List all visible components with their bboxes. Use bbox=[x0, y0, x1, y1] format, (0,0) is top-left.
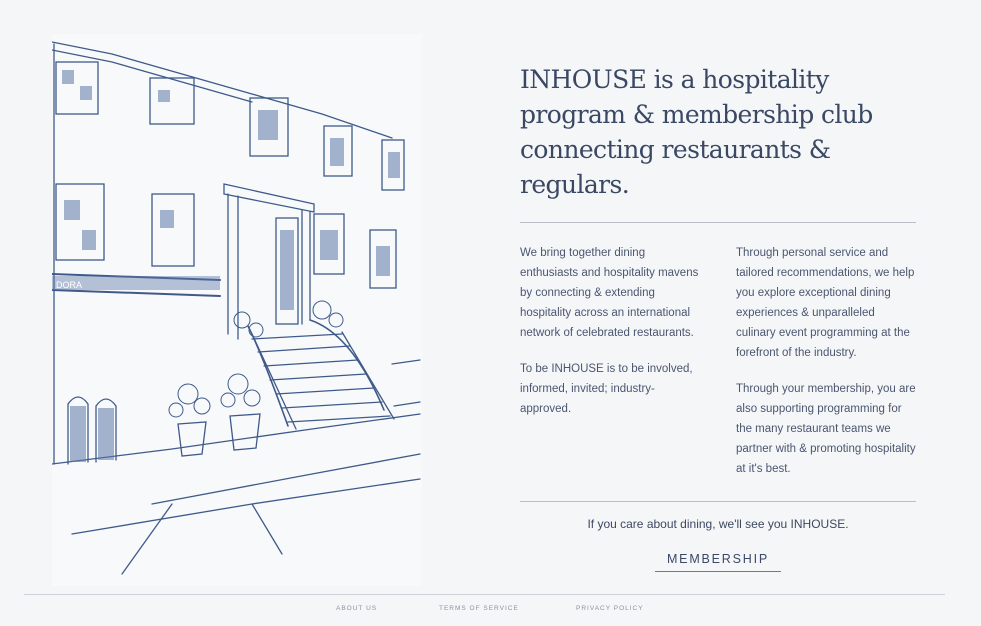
footer-link-about-us[interactable]: ABOUT US bbox=[336, 605, 377, 612]
description-paragraph: We bring together dining enthusiasts and… bbox=[520, 247, 699, 339]
brownstone-illustration: DORA bbox=[52, 34, 422, 586]
description-column-right: Through personal service and tailored re… bbox=[736, 243, 916, 479]
description-paragraph: Through your membership, you are also su… bbox=[736, 383, 916, 475]
page-headline: INHOUSE is a hospitality program & membe… bbox=[520, 65, 873, 199]
awning-sign: DORA bbox=[56, 280, 82, 290]
description-columns: We bring together dining enthusiasts and… bbox=[520, 243, 916, 479]
tagline: If you care about dining, we'll see you … bbox=[587, 517, 849, 531]
divider-bottom bbox=[520, 501, 916, 502]
brownstone-drawing: DORA bbox=[52, 41, 421, 575]
description-paragraph: To be INHOUSE is to be involved, informe… bbox=[520, 363, 693, 415]
divider-top bbox=[520, 222, 916, 223]
footer-link-privacy-policy[interactable]: PRIVACY POLICY bbox=[576, 605, 644, 612]
description-paragraph: Through personal service and tailored re… bbox=[736, 247, 915, 359]
footer-nav: ABOUT US TERMS OF SERVICE PRIVACY POLICY bbox=[0, 605, 981, 617]
footer-link-terms-of-service[interactable]: TERMS OF SERVICE bbox=[439, 605, 519, 612]
membership-cta: MEMBERSHIP bbox=[520, 550, 916, 572]
description-column-left: We bring together dining enthusiasts and… bbox=[520, 243, 700, 479]
intro-section: INHOUSE is a hospitality program & membe… bbox=[520, 62, 916, 572]
footer-divider bbox=[24, 594, 945, 595]
membership-link[interactable]: MEMBERSHIP bbox=[654, 552, 782, 572]
